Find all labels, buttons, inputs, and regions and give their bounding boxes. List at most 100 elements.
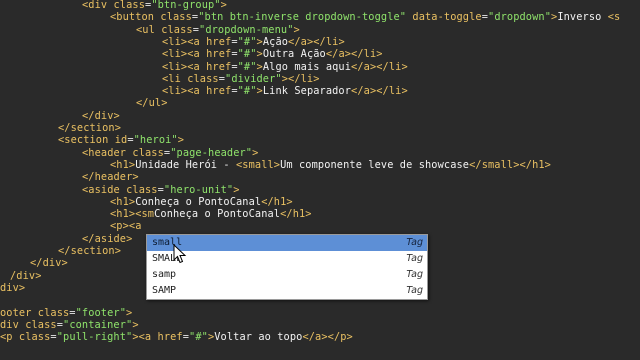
code-token: Ação <box>262 35 289 48</box>
autocomplete-item-type: Tag <box>406 285 423 296</box>
code-token: class <box>187 72 219 85</box>
autocomplete-item-type: Tag <box>406 237 423 248</box>
code-token: /div> <box>10 269 42 282</box>
code-token: <p <box>0 331 19 344</box>
code-token: href <box>206 35 232 48</box>
autocomplete-item[interactable]: samp Tag <box>147 267 427 283</box>
code-token: Link Separador <box>262 85 352 98</box>
code-token: class <box>113 0 145 11</box>
code-token: "btn btn-inverse dropdown-toggle" <box>198 11 407 24</box>
code-line: <li><a href="#">Link Separador</a></li> <box>162 85 408 98</box>
code-token: <header <box>82 146 133 159</box>
code-token: class <box>37 306 70 319</box>
code-token: data-toggle <box>412 11 482 24</box>
code-token: <h1> <box>110 158 136 171</box>
code-line: <h1>Conheça o PontoCanal</h1> <box>110 196 293 209</box>
code-token: "dropdown" <box>488 11 552 24</box>
code-token: </a></p> <box>302 331 353 344</box>
code-token: div <box>0 318 26 331</box>
code-token: class <box>126 183 158 196</box>
code-line: <p><a <box>110 220 236 233</box>
code-token: class <box>25 318 57 331</box>
code-token: <ul <box>136 23 162 36</box>
code-line: </section> <box>58 245 121 258</box>
code-token: <button <box>110 11 161 24</box>
code-line: <li><a href="#">Outra Ação</a></li> <box>162 48 383 61</box>
code-token: "footer" <box>75 306 127 319</box>
code-token: ></li> <box>281 72 320 85</box>
code-token: ooter <box>0 306 38 319</box>
code-token: Um componente leve de showcase <box>280 158 470 171</box>
autocomplete-popup[interactable]: small Tag SMALL Tag samp Tag SAMP Tag <box>146 234 428 300</box>
code-token: Unidade Herói - <box>135 158 236 171</box>
code-line: <h1>Unidade Herói - <small>Um componente… <box>110 159 551 172</box>
autocomplete-item-type: Tag <box>406 253 423 264</box>
code-token: "#" <box>189 331 208 344</box>
code-line: div> <box>0 282 25 295</box>
code-line: ooter class="footer"> <box>0 307 132 320</box>
autocomplete-item[interactable]: SAMP Tag <box>147 283 427 299</box>
code-line: </div> <box>82 110 120 123</box>
code-token: </h1> <box>280 208 312 221</box>
code-token: id <box>114 134 128 147</box>
code-line: </aside> <box>82 233 132 246</box>
code-token: </ul> <box>136 97 168 110</box>
code-token: "dropdown-menu" <box>199 23 294 36</box>
code-line: <div class="btn-group"> <box>82 0 227 12</box>
code-token: <li><a <box>162 35 207 48</box>
code-token: class <box>161 23 193 36</box>
code-line: <button class="btn btn-inverse dropdown-… <box>110 11 620 24</box>
code-token: Algo mais aqui <box>262 60 352 73</box>
code-token: > <box>233 183 240 196</box>
code-line: div class="container"> <box>0 319 139 332</box>
code-token: class <box>132 146 164 159</box>
code-line: <ul class="dropdown-menu"> <box>136 24 300 37</box>
code-token: "#" <box>237 48 257 61</box>
code-line: </div> <box>30 257 68 270</box>
code-token: </a></li> <box>288 35 345 48</box>
autocomplete-item[interactable]: SMALL Tag <box>147 251 427 267</box>
code-token: href <box>206 60 232 73</box>
code-token: class <box>18 331 51 344</box>
code-token: > <box>126 306 133 319</box>
code-token: <div <box>82 0 114 11</box>
code-token: "#" <box>237 85 257 98</box>
autocomplete-item[interactable]: small Tag <box>147 235 427 251</box>
mouse-pointer-icon <box>173 244 187 264</box>
code-token: href <box>206 85 232 98</box>
code-editor[interactable]: <div class="btn-group"> <button class="bt… <box>0 0 640 360</box>
code-token: Conheça o PontoCanal <box>135 195 262 208</box>
code-token: </h1> <box>261 195 293 208</box>
code-token: <small> <box>236 158 281 171</box>
code-token: class <box>160 11 192 24</box>
code-token: "container" <box>63 318 133 331</box>
code-token: <li><a <box>162 85 207 98</box>
code-line: <section id="heroi"> <box>58 134 184 147</box>
code-token: </aside> <box>82 232 133 245</box>
code-token: </section> <box>58 122 121 134</box>
code-token: <li <box>162 72 188 85</box>
code-token: </a></li> <box>325 48 383 61</box>
code-line: </ul> <box>136 97 168 110</box>
code-token: <h1> <box>110 195 136 208</box>
code-line: <li><a href="#">Ação</a></li> <box>162 36 345 49</box>
code-token: <section <box>58 134 115 147</box>
code-token: > <box>252 146 259 159</box>
code-line: <li><a href="#">Algo mais aqui</a></li> <box>162 61 408 74</box>
code-token: Voltar ao topo <box>214 331 303 344</box>
code-token: > <box>132 318 139 331</box>
code-token: "#" <box>237 60 257 73</box>
code-token: > <box>177 134 185 147</box>
code-line: <p class="pull-right"><a href="#">Voltar… <box>0 331 353 344</box>
code-token: </section> <box>58 245 121 257</box>
autocomplete-item-label: samp <box>152 269 177 280</box>
code-token: ><a <box>132 331 158 344</box>
code-token: "pull-right" <box>56 331 133 344</box>
code-line: <aside class="hero-unit"> <box>82 184 240 197</box>
code-token: <h1><sm <box>110 208 155 221</box>
code-token: </div> <box>82 109 120 122</box>
code-token: </small></h1> <box>469 158 551 171</box>
code-token: </a></li> <box>351 60 408 73</box>
code-token: "page-header" <box>170 146 253 159</box>
code-token: "#" <box>237 35 257 48</box>
